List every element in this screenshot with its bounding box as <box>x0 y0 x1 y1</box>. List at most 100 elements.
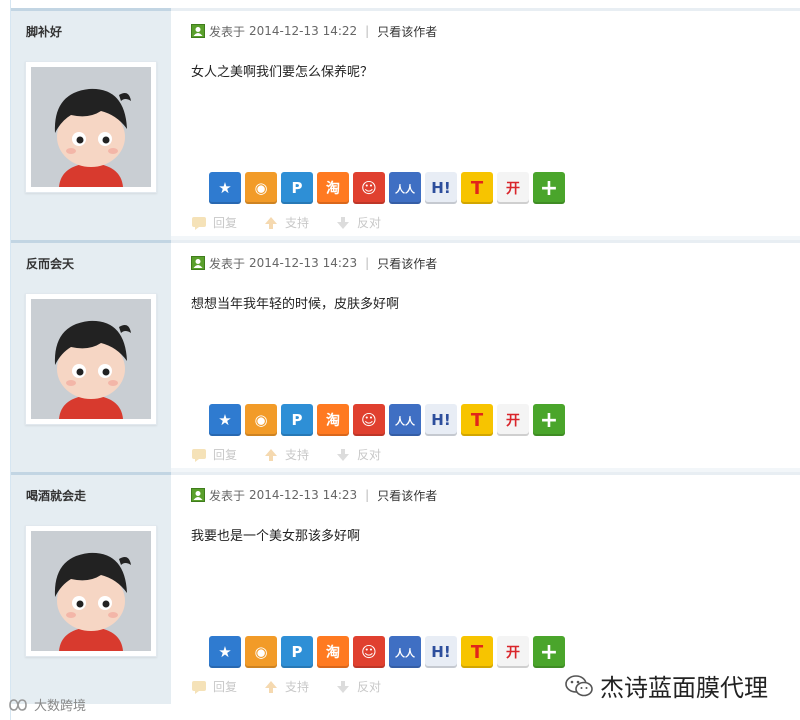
post-actions: 回复 支持 反对 <box>191 678 407 695</box>
wechat-icon <box>565 674 593 696</box>
author-name[interactable]: 脚补好 <box>26 23 62 40</box>
more-plus-icon[interactable]: + <box>533 636 565 668</box>
post-time: 2014-12-13 14:23 <box>249 488 358 502</box>
post-time: 2014-12-13 14:23 <box>249 256 358 270</box>
thumb-up-icon <box>265 216 278 229</box>
support-button[interactable]: 支持 <box>263 446 309 463</box>
infinity-logo-icon <box>9 698 27 711</box>
posted-label: 发表于 <box>209 24 246 39</box>
author-only-link[interactable]: 只看该作者 <box>377 487 437 504</box>
post-body: 发表于 2014-12-13 14:23 | 只看该作者 想想当年我年轻的时候，… <box>171 240 800 472</box>
renren-icon[interactable]: 人人 <box>389 404 421 436</box>
oppose-button[interactable]: 反对 <box>335 214 381 231</box>
oppose-label: 反对 <box>357 680 382 694</box>
author-sidebar: 脚补好 <box>11 8 171 240</box>
weibo-icon[interactable]: ◉ <box>245 172 277 204</box>
taobao-icon[interactable]: 淘 <box>317 172 349 204</box>
avatar[interactable] <box>25 61 157 193</box>
qq-star-icon[interactable]: ☺ <box>353 404 385 436</box>
oppose-label: 反对 <box>357 448 382 462</box>
qzone-star-icon[interactable]: ★ <box>209 404 241 436</box>
support-button[interactable]: 支持 <box>263 678 309 695</box>
kaixin-icon[interactable]: 开 <box>497 636 529 668</box>
author-only-link[interactable]: 只看该作者 <box>377 255 437 272</box>
reply-button[interactable]: 回复 <box>191 446 237 463</box>
support-label: 支持 <box>285 216 310 230</box>
share-bar: ★ ◉ P 淘 ☺ 人人 H! T 开 + <box>209 172 569 204</box>
tianya-icon[interactable]: T <box>461 172 493 204</box>
reply-label: 回复 <box>213 448 238 462</box>
thumb-down-icon <box>337 680 350 693</box>
post-actions: 回复 支持 反对 <box>191 214 407 231</box>
more-plus-icon[interactable]: + <box>533 172 565 204</box>
tianya-icon[interactable]: T <box>461 404 493 436</box>
thumb-down-icon <box>337 448 350 461</box>
post: 脚补好 发表于 2014-12-13 14:22 | 只看该作者 女人之美啊我们… <box>10 8 800 240</box>
reply-label: 回复 <box>213 216 238 230</box>
support-label: 支持 <box>285 448 310 462</box>
pengyou-icon[interactable]: P <box>281 172 313 204</box>
taobao-icon[interactable]: 淘 <box>317 404 349 436</box>
author-sidebar: 反而会天 <box>11 240 171 472</box>
kaixin-icon[interactable]: 开 <box>497 404 529 436</box>
user-status-icon <box>191 488 205 502</box>
author-name[interactable]: 反而会天 <box>26 255 74 272</box>
thumb-up-icon <box>265 448 278 461</box>
author-sidebar: 喝酒就会走 <box>11 472 171 704</box>
default-avatar-icon <box>31 299 151 419</box>
watermark-text: 杰诗蓝面膜代理 <box>600 674 768 702</box>
renren-icon[interactable]: 人人 <box>389 636 421 668</box>
post-content: 我要也是一个美女那该多好啊 <box>191 529 361 544</box>
post: 反而会天 发表于 2014-12-13 14:23 | 只看该作者 想想当年我年… <box>10 240 800 472</box>
author-only-link[interactable]: 只看该作者 <box>377 23 437 40</box>
author-name[interactable]: 喝酒就会走 <box>26 487 86 504</box>
post-meta: 发表于 2014-12-13 14:23 | 只看该作者 <box>191 255 437 271</box>
default-avatar-icon <box>31 531 151 651</box>
hi-icon[interactable]: H! <box>425 172 457 204</box>
hi-icon[interactable]: H! <box>425 404 457 436</box>
qzone-star-icon[interactable]: ★ <box>209 172 241 204</box>
weibo-icon[interactable]: ◉ <box>245 404 277 436</box>
posted-label: 发表于 <box>209 256 246 271</box>
share-bar: ★ ◉ P 淘 ☺ 人人 H! T 开 + <box>209 404 569 436</box>
post-meta: 发表于 2014-12-13 14:22 | 只看该作者 <box>191 23 437 39</box>
support-label: 支持 <box>285 680 310 694</box>
post-content: 女人之美啊我们要怎么保养呢？ <box>191 65 374 80</box>
renren-icon[interactable]: 人人 <box>389 172 421 204</box>
posted-label: 发表于 <box>209 488 246 503</box>
pengyou-icon[interactable]: P <box>281 636 313 668</box>
post-time: 2014-12-13 14:22 <box>249 24 358 38</box>
thumb-down-icon <box>337 216 350 229</box>
share-bar: ★ ◉ P 淘 ☺ 人人 H! T 开 + <box>209 636 569 668</box>
user-status-icon <box>191 256 205 270</box>
reply-icon <box>192 216 206 230</box>
avatar[interactable] <box>25 525 157 657</box>
qq-star-icon[interactable]: ☺ <box>353 636 385 668</box>
meta-divider: | <box>365 488 370 502</box>
watermark: 杰诗蓝面膜代理 <box>564 668 768 703</box>
qzone-star-icon[interactable]: ★ <box>209 636 241 668</box>
reply-button[interactable]: 回复 <box>191 678 237 695</box>
tianya-icon[interactable]: T <box>461 636 493 668</box>
corner-logo-text: 大数跨境 <box>34 699 87 714</box>
kaixin-icon[interactable]: 开 <box>497 172 529 204</box>
oppose-button[interactable]: 反对 <box>335 446 381 463</box>
post-meta: 发表于 2014-12-13 14:23 | 只看该作者 <box>191 487 437 503</box>
post-body: 发表于 2014-12-13 14:22 | 只看该作者 女人之美啊我们要怎么保… <box>171 8 800 240</box>
pengyou-icon[interactable]: P <box>281 404 313 436</box>
oppose-button[interactable]: 反对 <box>335 678 381 695</box>
avatar[interactable] <box>25 293 157 425</box>
qq-star-icon[interactable]: ☺ <box>353 172 385 204</box>
forum-thread: 脚补好 发表于 2014-12-13 14:22 | 只看该作者 女人之美啊我们… <box>0 0 800 720</box>
reply-button[interactable]: 回复 <box>191 214 237 231</box>
taobao-icon[interactable]: 淘 <box>317 636 349 668</box>
more-plus-icon[interactable]: + <box>533 404 565 436</box>
reply-icon <box>192 680 206 694</box>
default-avatar-icon <box>31 67 151 187</box>
thumb-up-icon <box>265 680 278 693</box>
weibo-icon[interactable]: ◉ <box>245 636 277 668</box>
reply-label: 回复 <box>213 680 238 694</box>
reply-icon <box>192 448 206 462</box>
hi-icon[interactable]: H! <box>425 636 457 668</box>
support-button[interactable]: 支持 <box>263 214 309 231</box>
